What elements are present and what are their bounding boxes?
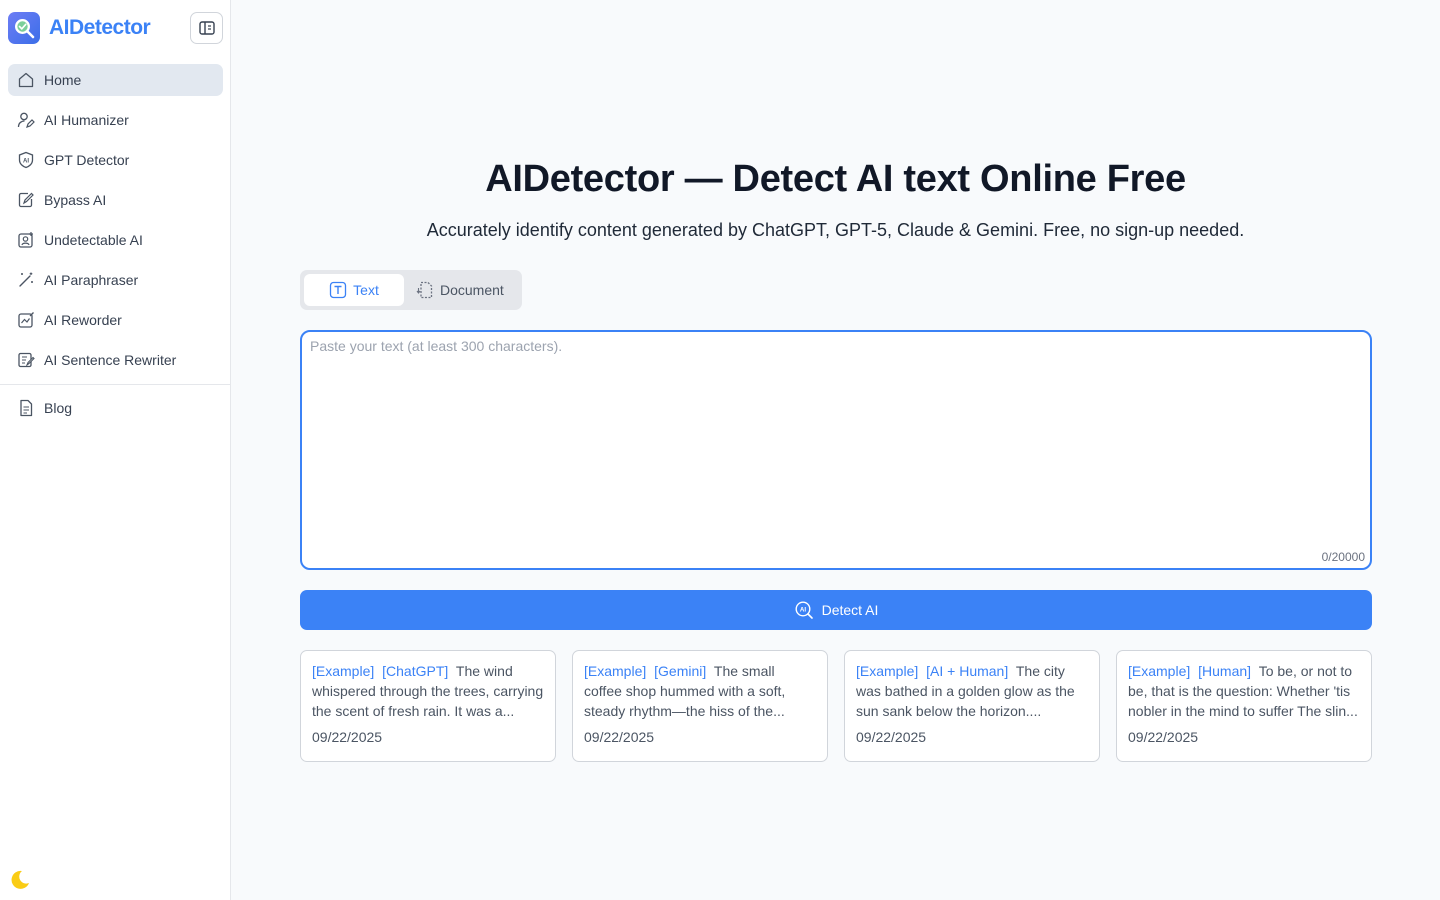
shield-ai-icon: AI <box>16 150 36 170</box>
sidebar-item-label: AI Paraphraser <box>44 272 139 288</box>
example-text: [Example] [Human] To be, or not to be, t… <box>1128 661 1360 721</box>
magic-wand-icon <box>16 270 36 290</box>
example-date: 09/22/2025 <box>312 729 383 745</box>
character-counter: 0/20000 <box>1321 550 1365 564</box>
brand[interactable]: AIDetector <box>8 12 151 44</box>
sidebar-item-ai-reworder[interactable]: AI Reworder <box>8 304 223 336</box>
sidebar-item-label: Home <box>44 72 82 88</box>
brand-name: AIDetector <box>49 16 151 39</box>
sidebar-item-home[interactable]: Home <box>8 64 223 96</box>
page-title: AIDetector — Detect AI text Online Free <box>485 158 1186 200</box>
detect-ai-button[interactable]: AI Detect AI <box>300 590 1372 630</box>
example-text: [Example] [ChatGPT] The wind whispered t… <box>312 661 544 721</box>
sidebar-nav: Home AI Humanizer AI GPT Detector Bypass… <box>8 64 223 384</box>
source-tag: [ChatGPT] <box>382 663 449 679</box>
sidebar-item-undetectable-ai[interactable]: Undetectable AI <box>8 224 223 256</box>
sidebar-item-bypass-ai[interactable]: Bypass AI <box>8 184 223 216</box>
main-content: AIDetector — Detect AI text Online Free … <box>231 0 1440 900</box>
example-text: [Example] [Gemini] The small coffee shop… <box>584 661 816 721</box>
sidebar-toggle-button[interactable] <box>190 12 223 44</box>
theme-toggle-button[interactable] <box>8 868 32 892</box>
detect-ai-label: Detect AI <box>821 602 879 618</box>
source-tag: [Gemini] <box>654 663 707 679</box>
example-tag: [Example] <box>856 663 919 679</box>
sidebar-item-gpt-detector[interactable]: AI GPT Detector <box>8 144 223 176</box>
sidebar-item-label: AI Sentence Rewriter <box>44 352 177 368</box>
sidebar-item-label: Blog <box>44 400 73 416</box>
example-date: 09/22/2025 <box>584 729 655 745</box>
tab-document[interactable]: Document <box>404 274 516 306</box>
example-card[interactable]: [Example] [AI + Human] The city was bath… <box>844 650 1100 762</box>
text-input[interactable] <box>302 332 1370 568</box>
user-square-icon <box>16 230 36 250</box>
ai-search-icon: AI <box>794 600 814 620</box>
home-icon <box>16 70 36 90</box>
sidebar-item-label: AI Reworder <box>44 312 122 328</box>
sidebar: AIDetector Home AI Humanizer AI GPT Dete… <box>0 0 231 900</box>
input-mode-tabs: Text Document <box>300 270 522 310</box>
sidebar-item-blog[interactable]: Blog <box>8 392 223 424</box>
example-tag: [Example] <box>584 663 647 679</box>
sidebar-item-ai-humanizer[interactable]: AI Humanizer <box>8 104 223 136</box>
logo-icon <box>8 12 40 44</box>
moon-icon <box>11 870 30 889</box>
notebook-pen-icon <box>16 350 36 370</box>
source-tag: [AI + Human] <box>926 663 1009 679</box>
sidebar-item-label: GPT Detector <box>44 152 130 168</box>
sidebar-item-ai-sentence-rewriter[interactable]: AI Sentence Rewriter <box>8 344 223 376</box>
example-card[interactable]: [Example] [ChatGPT] The wind whispered t… <box>300 650 556 762</box>
tab-label: Document <box>440 282 504 298</box>
page-subtitle: Accurately identify content generated by… <box>426 220 1245 240</box>
sidebar-panel-icon <box>198 21 215 35</box>
example-text: [Example] [AI + Human] The city was bath… <box>856 661 1088 721</box>
sidebar-blog-section: Blog <box>8 392 223 432</box>
sidebar-divider <box>0 384 230 385</box>
example-cards: [Example] [ChatGPT] The wind whispered t… <box>300 650 1372 762</box>
svg-text:AI: AI <box>23 159 29 165</box>
sidebar-item-ai-paraphraser[interactable]: AI Paraphraser <box>8 264 223 296</box>
source-tag: [Human] <box>1198 663 1252 679</box>
example-date: 09/22/2025 <box>856 729 927 745</box>
example-tag: [Example] <box>1128 663 1191 679</box>
sidebar-item-label: Undetectable AI <box>44 232 143 248</box>
document-icon <box>16 398 36 418</box>
chart-pen-icon <box>16 310 36 330</box>
tab-text[interactable]: Text <box>304 274 404 306</box>
sidebar-item-label: Bypass AI <box>44 192 107 208</box>
tab-label: Text <box>353 282 379 298</box>
file-pen-icon <box>16 190 36 210</box>
example-tag: [Example] <box>312 663 375 679</box>
document-upload-icon <box>416 281 434 299</box>
user-pen-icon <box>16 110 36 130</box>
example-card[interactable]: [Example] [Human] To be, or not to be, t… <box>1116 650 1372 762</box>
text-icon <box>329 281 347 299</box>
svg-text:AI: AI <box>800 606 806 613</box>
example-date: 09/22/2025 <box>1128 729 1199 745</box>
sidebar-item-label: AI Humanizer <box>44 112 129 128</box>
text-input-container: 0/20000 <box>300 330 1372 570</box>
example-card[interactable]: [Example] [Gemini] The small coffee shop… <box>572 650 828 762</box>
